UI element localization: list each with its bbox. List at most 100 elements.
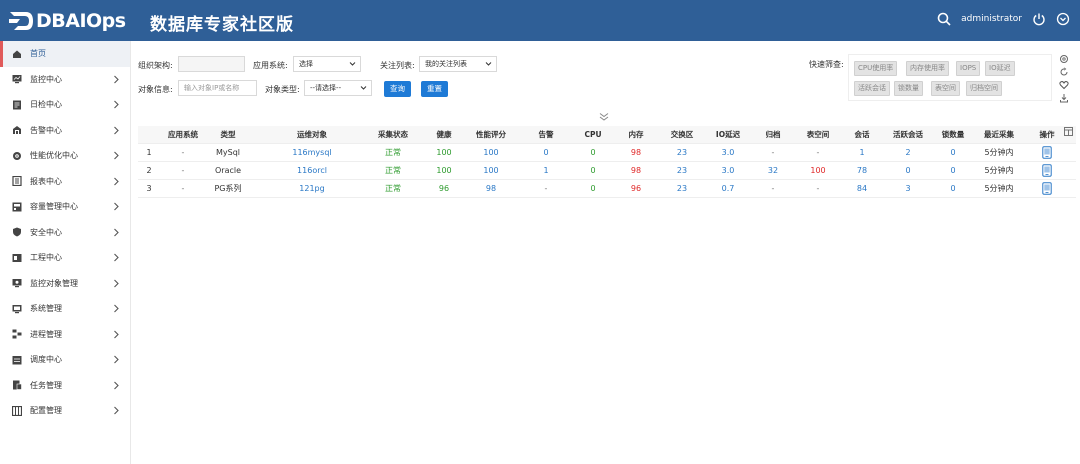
cell-health: 100 — [436, 148, 452, 157]
cell-obj[interactable]: 116orcl — [287, 166, 337, 175]
monitor-icon — [12, 75, 22, 84]
cell-op[interactable] — [1022, 164, 1072, 177]
chevron-right-icon — [114, 253, 119, 262]
sidebar-item-8[interactable]: 工程中心 — [0, 245, 130, 271]
app-system-label: 应用系统: — [253, 61, 288, 70]
column-header-tbs[interactable]: 表空间 — [793, 129, 843, 140]
device-detail-icon[interactable] — [1042, 164, 1052, 177]
quick-tag-io-latency[interactable]: IO延迟 — [985, 61, 1015, 76]
cell-arch: 32 — [767, 166, 779, 175]
cell-perf: 98 — [485, 184, 497, 193]
sidebar-item-12[interactable]: 调度中心 — [0, 347, 130, 373]
shield-icon — [13, 227, 21, 237]
sidebar-item-6[interactable]: 容量管理中心 — [0, 194, 130, 220]
table-row[interactable]: 1- MySql 116mysql 正常 100 100 0 0 98 23 3.0- -1 2 0 5分钟… — [138, 144, 1076, 162]
sidebar-item-label: 日检中心 — [30, 100, 62, 110]
focus-list-select[interactable]: 我的关注列表 — [419, 56, 497, 72]
app-system-select[interactable]: 选择 — [293, 56, 361, 72]
chevron-right-icon — [114, 330, 119, 338]
org-input[interactable] — [178, 56, 245, 72]
table-row[interactable]: 3- PG系列 121pg 正常 96 98-0 96 23 0.7- -84 3 0 5分钟内 — [138, 180, 1076, 198]
sidebar-item-5[interactable]: 报表中心 — [0, 169, 130, 195]
quick-filter-panel: CPU使用率 内存使用率 IOPS IO延迟 活跃会话 锁数量 表空间 归档空间 — [848, 54, 1052, 101]
logo-mark-icon — [9, 12, 33, 30]
focus-list-label: 关注列表: — [380, 61, 415, 70]
column-header-alarm[interactable]: 告警 — [521, 129, 571, 140]
sidebar-item-13[interactable]: 任务管理 — [0, 373, 130, 399]
cell-io: 3.0 — [721, 166, 735, 175]
download-icon[interactable] — [1059, 93, 1069, 103]
sidebar-item-9[interactable]: 监控对象管理 — [0, 271, 130, 297]
quick-tag-archive-space[interactable]: 归档空间 — [966, 81, 1002, 96]
cell-obj[interactable]: 116mysql — [287, 148, 337, 157]
device-detail-icon[interactable] — [1042, 146, 1052, 159]
quick-tag-lock-count[interactable]: 锁数量 — [894, 81, 923, 96]
column-header-perf[interactable]: 性能评分 — [466, 129, 516, 140]
quick-tag-memory[interactable]: 内存使用率 — [906, 61, 949, 76]
column-header-type[interactable]: 类型 — [203, 129, 253, 140]
monitor-table: 应用系统 类型 运维对象 采集状态 健康 性能评分 告警 CPU 内存 交换区 IO延迟 归档 表空间会… — [138, 126, 1076, 198]
quick-tag-tablespace[interactable]: 表空间 — [931, 81, 960, 96]
quick-tag-active-session[interactable]: 活跃会话 — [854, 81, 890, 96]
sidebar-item-4[interactable]: 性能优化中心 — [0, 143, 130, 169]
device-detail-icon[interactable] — [1042, 182, 1052, 195]
sidebar-item-7[interactable]: 安全中心 — [0, 220, 130, 246]
sidebar-item-label: 配置管理 — [30, 406, 62, 416]
double-chevron-down-icon[interactable] — [597, 112, 611, 122]
table-row[interactable]: 2- Oracle 116orcl 正常 100 100 1 0 98 23 3.0 32 100 78 0… — [138, 162, 1076, 180]
column-header-app[interactable]: 应用系统 — [158, 129, 208, 140]
cell-app: - — [181, 166, 185, 175]
cell-type: Oracle — [214, 166, 242, 175]
column-header-health[interactable]: 健康 — [419, 129, 469, 140]
column-header-lock[interactable]: 锁数量 — [928, 129, 978, 140]
column-header-last[interactable]: 最近采集 — [974, 129, 1024, 140]
power-icon[interactable] — [1032, 12, 1046, 26]
sidebar-item-1[interactable]: 监控中心 — [0, 67, 130, 93]
sidebar-item-2[interactable]: 日检中心 — [0, 92, 130, 118]
column-header-obj[interactable]: 运维对象 — [287, 129, 337, 140]
cell-last: 5分钟内 — [984, 166, 1014, 175]
chevron-right-icon — [114, 228, 119, 236]
column-settings-icon[interactable] — [1064, 127, 1073, 136]
search-icon[interactable] — [937, 12, 951, 26]
username[interactable]: administrator — [961, 14, 1022, 24]
chevron-down-icon — [360, 86, 367, 90]
sidebar-item-label: 告警中心 — [30, 125, 62, 135]
sidebar-item-label: 调度中心 — [30, 355, 62, 365]
sidebar-item-3[interactable]: 告警中心 — [0, 118, 130, 144]
app-logo[interactable]: DBAIOps — [8, 9, 128, 33]
cell-swap: 23 — [676, 166, 688, 175]
column-header-arch[interactable]: 归档 — [748, 129, 798, 140]
cell-app: - — [181, 184, 185, 193]
settings-icon[interactable] — [1059, 54, 1069, 64]
sidebar-item-10[interactable]: 系统管理 — [0, 296, 130, 322]
sidebar-item-11[interactable]: 进程管理 — [0, 322, 130, 348]
quick-tag-cpu[interactable]: CPU使用率 — [854, 61, 898, 76]
column-header-swap[interactable]: 交换区 — [657, 129, 707, 140]
cell-op[interactable] — [1022, 146, 1072, 159]
object-type-select[interactable]: --请选择-- — [304, 80, 372, 96]
refresh-icon[interactable] — [1059, 67, 1069, 77]
chevron-right-icon — [114, 75, 119, 83]
settings-circle-icon[interactable] — [1056, 12, 1070, 26]
cell-alarm: 0 — [543, 148, 549, 157]
column-header-sess[interactable]: 会话 — [837, 129, 887, 140]
column-header-state[interactable]: 采集状态 — [368, 129, 418, 140]
quick-tag-iops[interactable]: IOPS — [956, 61, 981, 76]
column-header-mem[interactable]: 内存 — [611, 129, 661, 140]
query-button[interactable]: 查询 — [384, 81, 411, 97]
heart-icon[interactable] — [1059, 80, 1069, 90]
cell-io: 3.0 — [721, 148, 735, 157]
reset-button[interactable]: 重置 — [421, 81, 448, 97]
column-header-asess[interactable]: 活跃会话 — [883, 129, 933, 140]
sidebar-item-0[interactable]: 首页 — [0, 41, 130, 67]
cell-last: 5分钟内 — [984, 148, 1014, 157]
cell-op[interactable] — [1022, 182, 1072, 195]
sidebar-item-14[interactable]: 配置管理 — [0, 398, 130, 424]
cell-mem: 98 — [630, 148, 642, 157]
cell-mem: 98 — [630, 166, 642, 175]
column-header-io[interactable]: IO延迟 — [703, 129, 753, 140]
task-icon — [13, 380, 22, 391]
cell-obj[interactable]: 121pg — [287, 184, 337, 193]
object-info-input[interactable]: 输入对象IP或名称 — [178, 80, 257, 96]
